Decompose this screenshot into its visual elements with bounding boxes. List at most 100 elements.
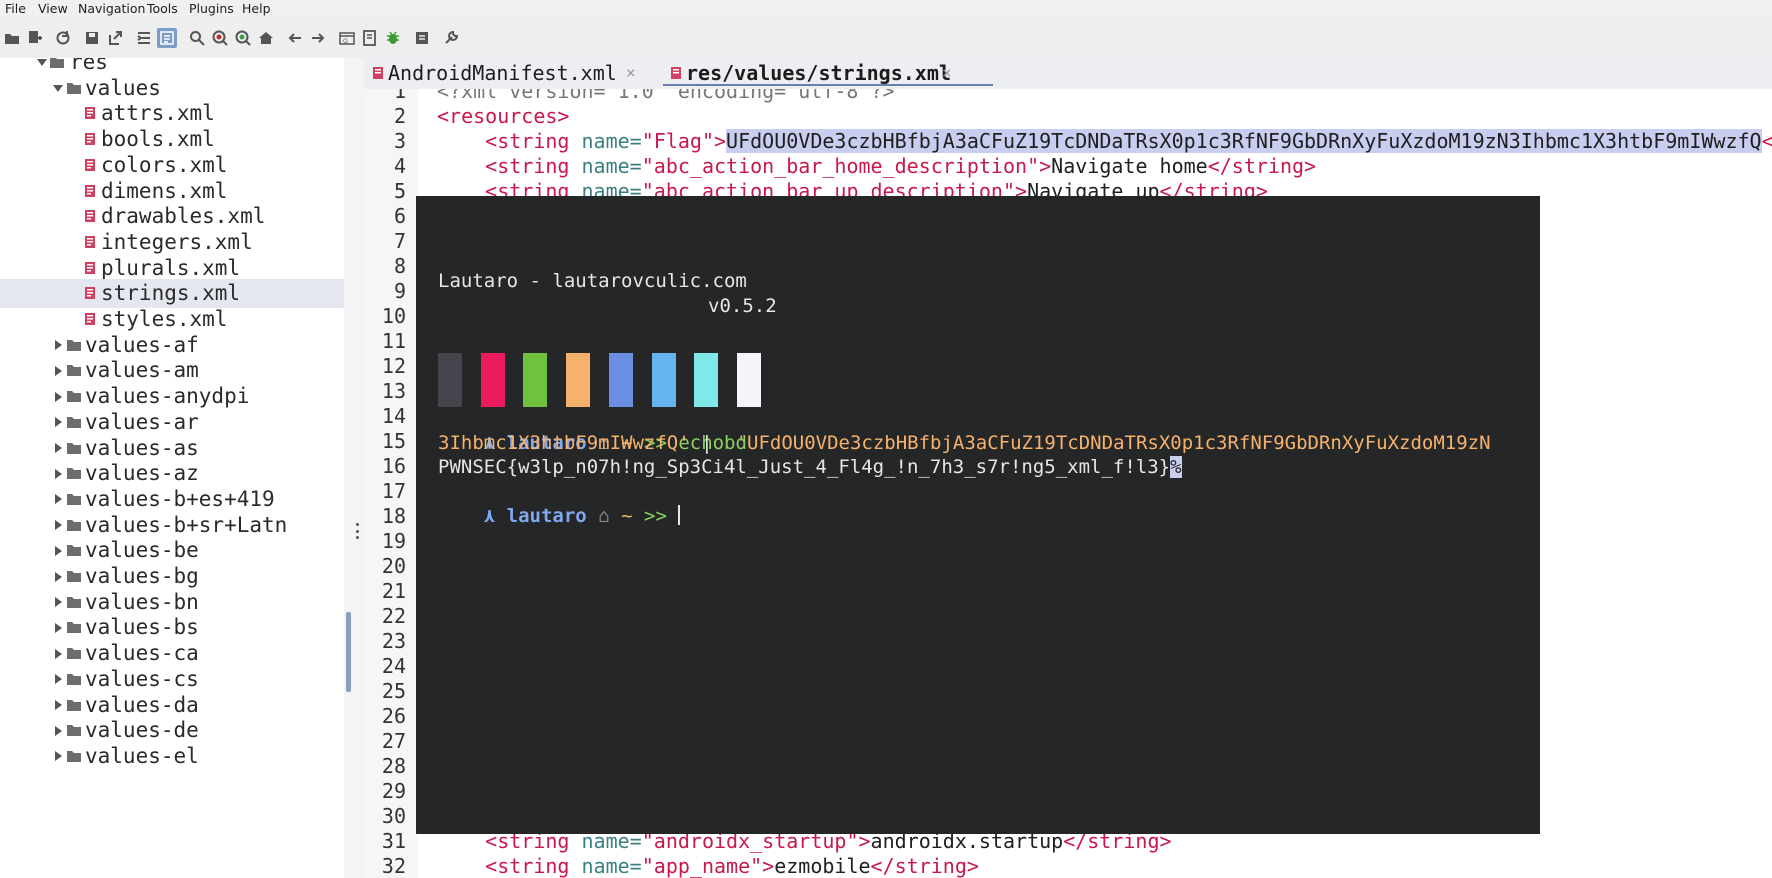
menu-file[interactable]: File [5,0,26,17]
closing-tag: </ [1761,129,1772,153]
expand-arrow-right-icon[interactable] [52,356,64,385]
expand-arrow-right-icon[interactable] [52,742,64,771]
line-number: 28 [381,754,406,778]
expand-arrow-right-icon[interactable] [52,691,64,720]
menu-view[interactable]: View [38,0,68,17]
settings-icon[interactable] [441,28,461,48]
menu-plugins[interactable]: Plugins [189,0,234,17]
expand-arrow-right-icon[interactable] [52,588,64,617]
flatten-packages-icon[interactable] [157,28,177,48]
line-number: 7 [393,229,406,253]
export-icon[interactable] [105,28,125,48]
folder-icon [67,571,81,582]
back-icon[interactable] [285,28,305,48]
tree-folder[interactable]: values-b+sr+Latn [0,511,344,540]
tree-file[interactable]: styles.xml [0,305,344,334]
tree-folder[interactable]: values-cs [0,665,344,694]
expand-arrow-right-icon[interactable] [52,536,64,565]
tree-folder[interactable]: values-af [0,331,344,360]
tree-folder[interactable]: values-bg [0,562,344,591]
sync-icon[interactable] [53,28,73,48]
expand-arrow-right-icon[interactable] [52,485,64,514]
tree-file[interactable]: attrs.xml [0,99,344,128]
tree-folder[interactable]: values-b+es+419 [0,485,344,514]
line-number: 18 [381,504,406,528]
tree-folder[interactable]: values-da [0,691,344,720]
tree-file[interactable]: bools.xml [0,125,344,154]
tree-folder[interactable]: values-bn [0,588,344,617]
tree-folder[interactable]: values [0,74,344,103]
expand-arrow-right-icon[interactable] [52,511,64,540]
tree-scrollbar[interactable] [346,612,351,692]
active-tab-indicator [663,84,993,86]
tree-file[interactable]: integers.xml [0,228,344,257]
expand-arrow-right-icon[interactable] [52,562,64,591]
menu-help[interactable]: Help [242,0,271,17]
debug-icon[interactable] [383,28,403,48]
tab-android-manifest[interactable]: AndroidManifest.xml × [372,58,644,89]
folder-icon [67,442,81,454]
home-icon[interactable] [256,28,276,48]
expand-arrow-right-icon[interactable] [52,639,64,668]
no-newline-mark: % [1170,456,1182,478]
expand-arrow-right-icon[interactable] [52,331,64,360]
tree-file[interactable]: dimens.xml [0,177,344,206]
tab-close-icon[interactable]: × [626,58,636,88]
log-icon[interactable] [412,28,432,48]
code-line: <string name="app_name">ezmobile</string… [485,854,979,878]
menu-tools[interactable]: Tools [147,0,178,17]
decompile-icon[interactable] [360,28,380,48]
sync-tree-icon[interactable] [134,28,154,48]
xml-file-icon [85,261,95,274]
quark-icon[interactable]: Q [337,28,357,48]
expand-arrow-right-icon[interactable] [52,434,64,463]
tree-folder[interactable]: values-am [0,356,344,385]
menu-navigation[interactable]: Navigation [78,0,145,17]
tree-folder[interactable]: values-anydpi [0,382,344,411]
tree-item-label: strings.xml [101,281,241,306]
color-swatch [566,353,591,407]
tree-folder[interactable]: values-de [0,716,344,745]
search-class-icon[interactable] [210,28,230,48]
tree-file[interactable]: plurals.xml [0,254,344,283]
line-number: 15 [381,429,406,453]
tree-item-label: values [85,75,161,100]
search-usage-icon[interactable] [233,28,253,48]
tree-folder[interactable]: values-bs [0,613,344,642]
search-icon[interactable] [187,28,207,48]
expand-arrow-right-icon[interactable] [52,382,64,411]
expand-arrow-right-icon[interactable] [52,408,64,437]
line-number: 23 [381,629,406,653]
save-icon[interactable] [82,28,102,48]
terminal-window[interactable]: Lautaro - lautarovculic.com v0.5.2 ⋏ lau… [416,196,1540,834]
expand-arrow-right-icon[interactable] [52,459,64,488]
expand-arrow-right-icon[interactable] [52,665,64,694]
text-cursor[interactable] [678,505,681,525]
folder-icon [67,750,81,762]
tree-folder[interactable]: values-el [0,742,344,771]
tree-file[interactable]: drawables.xml [0,202,344,231]
tree-item-label: values-ca [85,641,199,666]
forward-icon[interactable] [308,28,328,48]
tree-file[interactable]: strings.xml [0,279,344,309]
expand-arrow-down-icon[interactable] [52,74,64,103]
string-value: ezmobile [774,854,871,878]
add-files-icon[interactable] [25,28,45,48]
tree-folder[interactable]: values-be [0,536,344,565]
sidebar-splitter[interactable] [344,58,364,878]
expand-arrow-right-icon[interactable] [52,716,64,745]
expand-arrow-right-icon[interactable] [52,613,64,642]
tree-item-label: values-b+es+419 [85,486,275,511]
tree-item-label: dimens.xml [101,178,228,203]
tree-folder[interactable]: values-as [0,434,344,463]
folder-icon [67,468,81,480]
open-folder-icon[interactable] [2,28,22,48]
tree-folder[interactable]: values-az [0,459,344,488]
tree-item-label: integers.xml [101,229,253,254]
tree-folder[interactable]: values-ca [0,639,344,668]
prompt-user: lautaro [506,505,587,527]
tree-file[interactable]: colors.xml [0,151,344,180]
splitter-grip-icon[interactable] [356,523,359,539]
tree-folder[interactable]: values-ar [0,408,344,437]
folder-icon [67,596,81,608]
